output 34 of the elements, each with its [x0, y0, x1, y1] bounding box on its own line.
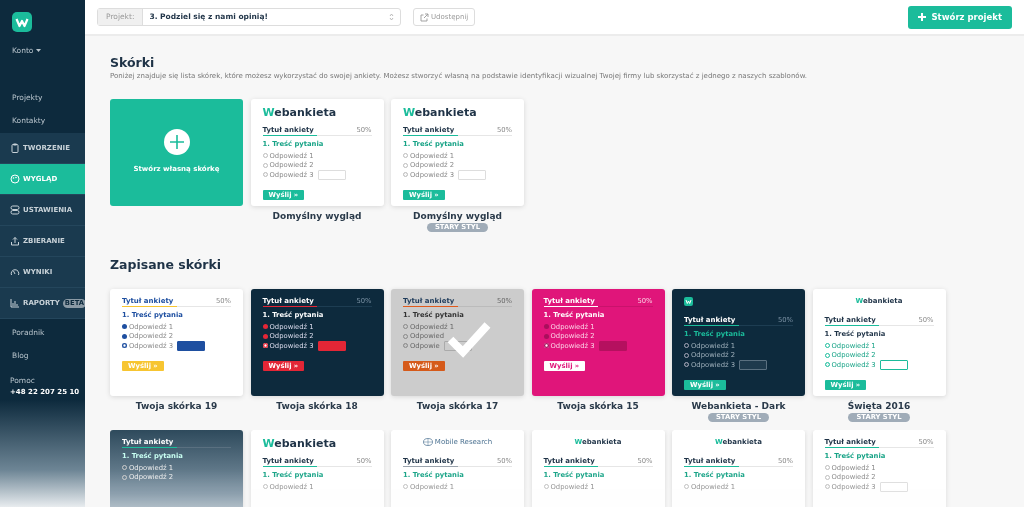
skin-name: Twoja skórka 15 [557, 400, 639, 412]
answer-input [879, 359, 908, 370]
answer-input [177, 340, 206, 351]
skin-name: Twoja skórka 17 [416, 400, 499, 412]
logo-text: Webankieta [403, 106, 477, 119]
skin-name: Twoja skórka 18 [276, 400, 358, 412]
logo-text: Webankieta [262, 437, 337, 450]
logo-icon [12, 12, 32, 32]
section-title: Skórki [110, 56, 156, 70]
upload-icon [10, 236, 20, 247]
chevron-updown-icon [389, 13, 394, 21]
logo-text: Webankieta [262, 106, 337, 119]
logo-icon [684, 296, 693, 306]
gauge-icon [10, 267, 20, 278]
answer-input [458, 169, 487, 180]
answer-input [739, 359, 768, 370]
skin-name: Webankieta - Dark [691, 400, 786, 412]
toggles-icon [10, 205, 20, 216]
skin-name: Twoja skórka 19 [135, 400, 218, 412]
skin-name: Domyślny wygląd [272, 210, 362, 222]
globe-icon [422, 437, 433, 446]
skin-name: Święta 2016 [847, 400, 911, 412]
answer-input [317, 340, 346, 351]
clipboard-icon [10, 143, 20, 154]
answer-input [317, 169, 346, 180]
answer-input [598, 340, 627, 351]
section-title: Zapisane skórki [110, 257, 223, 272]
plus-icon [917, 13, 926, 21]
caret-icon [36, 49, 42, 53]
answer-input [879, 481, 908, 492]
skin-name: Domyślny wygląd [413, 210, 502, 222]
external-link-icon [420, 12, 429, 22]
bar-chart-icon [10, 298, 20, 309]
plus-circle-icon [163, 129, 190, 156]
